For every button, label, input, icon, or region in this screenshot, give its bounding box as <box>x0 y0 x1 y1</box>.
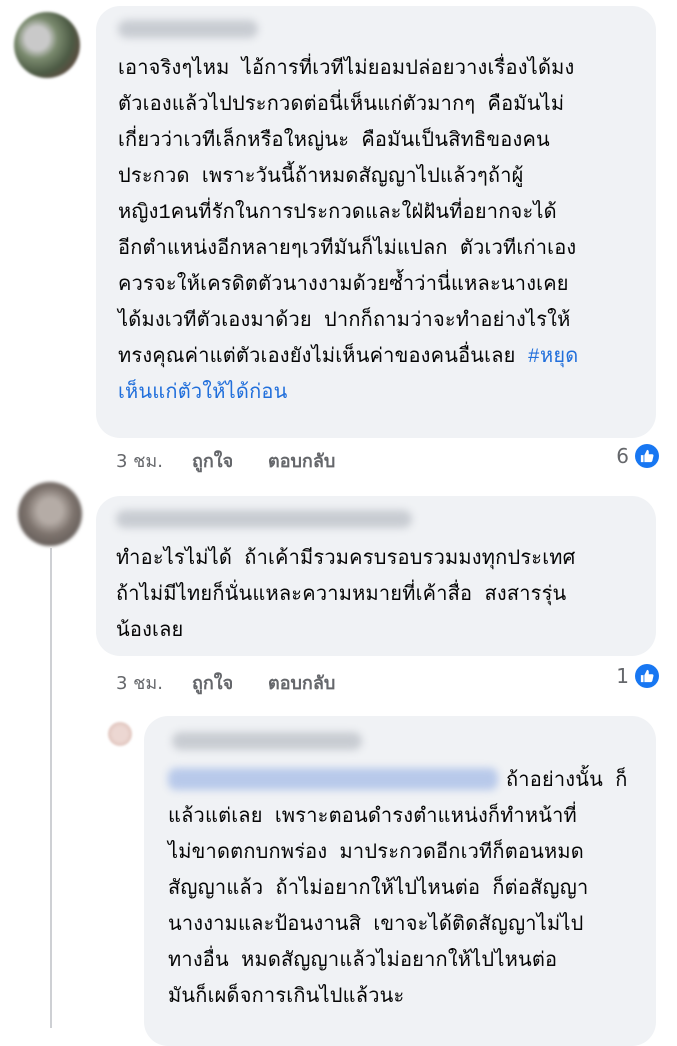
reaction-count: 1 <box>616 664 629 688</box>
commenter-name-redacted[interactable] <box>118 20 258 38</box>
hashtag-link[interactable]: #หยุด <box>528 346 579 369</box>
comment-timestamp[interactable]: 3 ชม. <box>116 668 163 697</box>
avatar[interactable] <box>18 482 82 546</box>
comment-line: มันก็เผด็จการเกินไปแล้วนะ <box>168 986 405 1009</box>
comment-line: สัญญาแล้ว ถ้าไม่อยากให้ไปไหนต่อ ก็ต่อสัญ… <box>168 878 589 901</box>
comment-line: ควรจะให้เครดิตตัวนางงามด้วยซ้ำว่านี่แหละ… <box>118 274 569 297</box>
commenter-name-redacted[interactable] <box>172 732 362 750</box>
comment-line: ไม่ขาดตกบกพร่อง มาประกวดอีกเวทีก็ตอนหมด <box>168 842 584 865</box>
comment-line: ได้มงเวทีตัวเองมาด้วย ปากก็ถามว่าจะทำอย่… <box>118 310 571 333</box>
comment-line: ถ้าไม่มีไทยก็นั่นแหละความหมายที่เค้าสื่อ… <box>116 584 567 607</box>
reply-thread-line <box>50 548 52 1028</box>
comment-text: เอาจริงๆไหม ไอ้การที่เวทีไม่ยอมปล่อยวางเ… <box>118 52 578 412</box>
reaction-count: 6 <box>616 444 629 468</box>
like-thumb-icon <box>635 444 659 468</box>
comment-line: ทำอะไรไม่ได้ ถ้าเค้ามีรวมครบรอบรวมมงทุกป… <box>116 548 576 571</box>
comment-line: หญิง1คนที่รักในการประกวดและใฝ่ฝันที่อยาก… <box>118 202 557 225</box>
like-button[interactable]: ถูกใจ <box>192 446 233 475</box>
comment-line: น้องเลย <box>116 620 184 643</box>
like-thumb-icon <box>635 664 659 688</box>
comment-line: ทางอื่น หมดสัญญาแล้วไม่อยากให้ไปไหนต่อ <box>168 950 558 973</box>
comment-timestamp[interactable]: 3 ชม. <box>116 446 163 475</box>
comment-line: ทรงคุณค่าแต่ตัวเองยังไม่เห็นค่าของคนอื่น… <box>118 346 528 369</box>
comment-text: ถ้าอย่างนั้น ก็ แล้วแต่เลย เพราะตอนดำรงต… <box>168 764 628 1016</box>
reaction-summary[interactable]: 1 <box>616 664 659 688</box>
comment-line: แล้วแต่เลย เพราะตอนดำรงตำแหน่งก็ทำหน้าที… <box>168 806 577 829</box>
comment-line: เกี่ยวว่าเวทีเล็กหรือใหญ่นะ คือมันเป็นสิ… <box>118 130 550 153</box>
commenter-name-redacted[interactable] <box>116 510 412 528</box>
reply-button[interactable]: ตอบกลับ <box>268 668 335 697</box>
like-button[interactable]: ถูกใจ <box>192 668 233 697</box>
comment-line: ถ้าอย่างนั้น ก็ <box>506 770 628 793</box>
avatar[interactable] <box>108 722 132 746</box>
avatar[interactable] <box>14 12 80 78</box>
reply-button[interactable]: ตอบกลับ <box>268 446 335 475</box>
hashtag-link[interactable]: เห็นแก่ตัวให้ได้ก่อน <box>118 382 288 405</box>
reaction-summary[interactable]: 6 <box>616 444 659 468</box>
comment-line: ประกวด เพราะวันนี้ถ้าหมดสัญญาไปแล้วๆถ้าผ… <box>118 166 524 189</box>
comment-line: เอาจริงๆไหม ไอ้การที่เวทีไม่ยอมปล่อยวางเ… <box>118 58 575 81</box>
comment-text: ทำอะไรไม่ได้ ถ้าเค้ามีรวมครบรอบรวมมงทุกป… <box>116 542 576 650</box>
comment-line: นางงามและป้อนงานสิ เขาจะได้ติดสัญญาไม่ไป <box>168 914 584 937</box>
comment-line: อีกตำแหน่งอีกหลายๆเวทีมันก็ไม่แปลก ตัวเว… <box>118 238 577 261</box>
comment-line: ตัวเองแล้วไปประกวดต่อนี่เห็นแก่ตัวมากๆ ค… <box>118 94 565 117</box>
